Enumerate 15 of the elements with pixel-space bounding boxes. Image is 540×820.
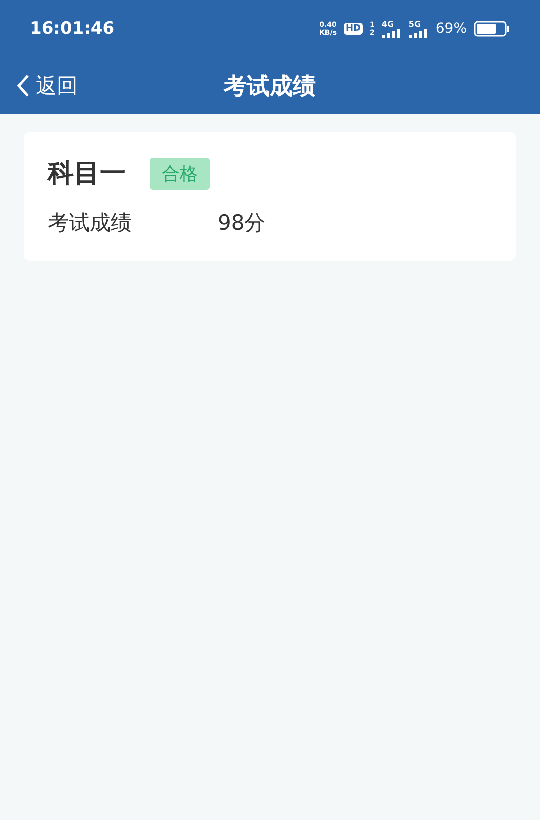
status-time: 16:01:46 bbox=[30, 19, 115, 39]
battery-icon bbox=[474, 21, 510, 37]
score-value: 98分 bbox=[218, 210, 266, 237]
network-type: 5G bbox=[408, 20, 422, 28]
signal-icon bbox=[408, 28, 429, 38]
chevron-left-icon bbox=[16, 74, 30, 98]
signal-icon bbox=[382, 28, 402, 38]
status-tag: 合格 bbox=[150, 158, 210, 190]
subject-name: 科目一 bbox=[48, 158, 126, 191]
back-button[interactable]: 返回 bbox=[16, 58, 78, 114]
page-title: 考试成绩 bbox=[224, 72, 316, 102]
hd-badge: HD bbox=[344, 23, 363, 35]
battery-percent: 69% bbox=[436, 21, 467, 37]
score-label: 考试成绩 bbox=[48, 210, 133, 237]
network-type: 4G bbox=[382, 20, 394, 28]
